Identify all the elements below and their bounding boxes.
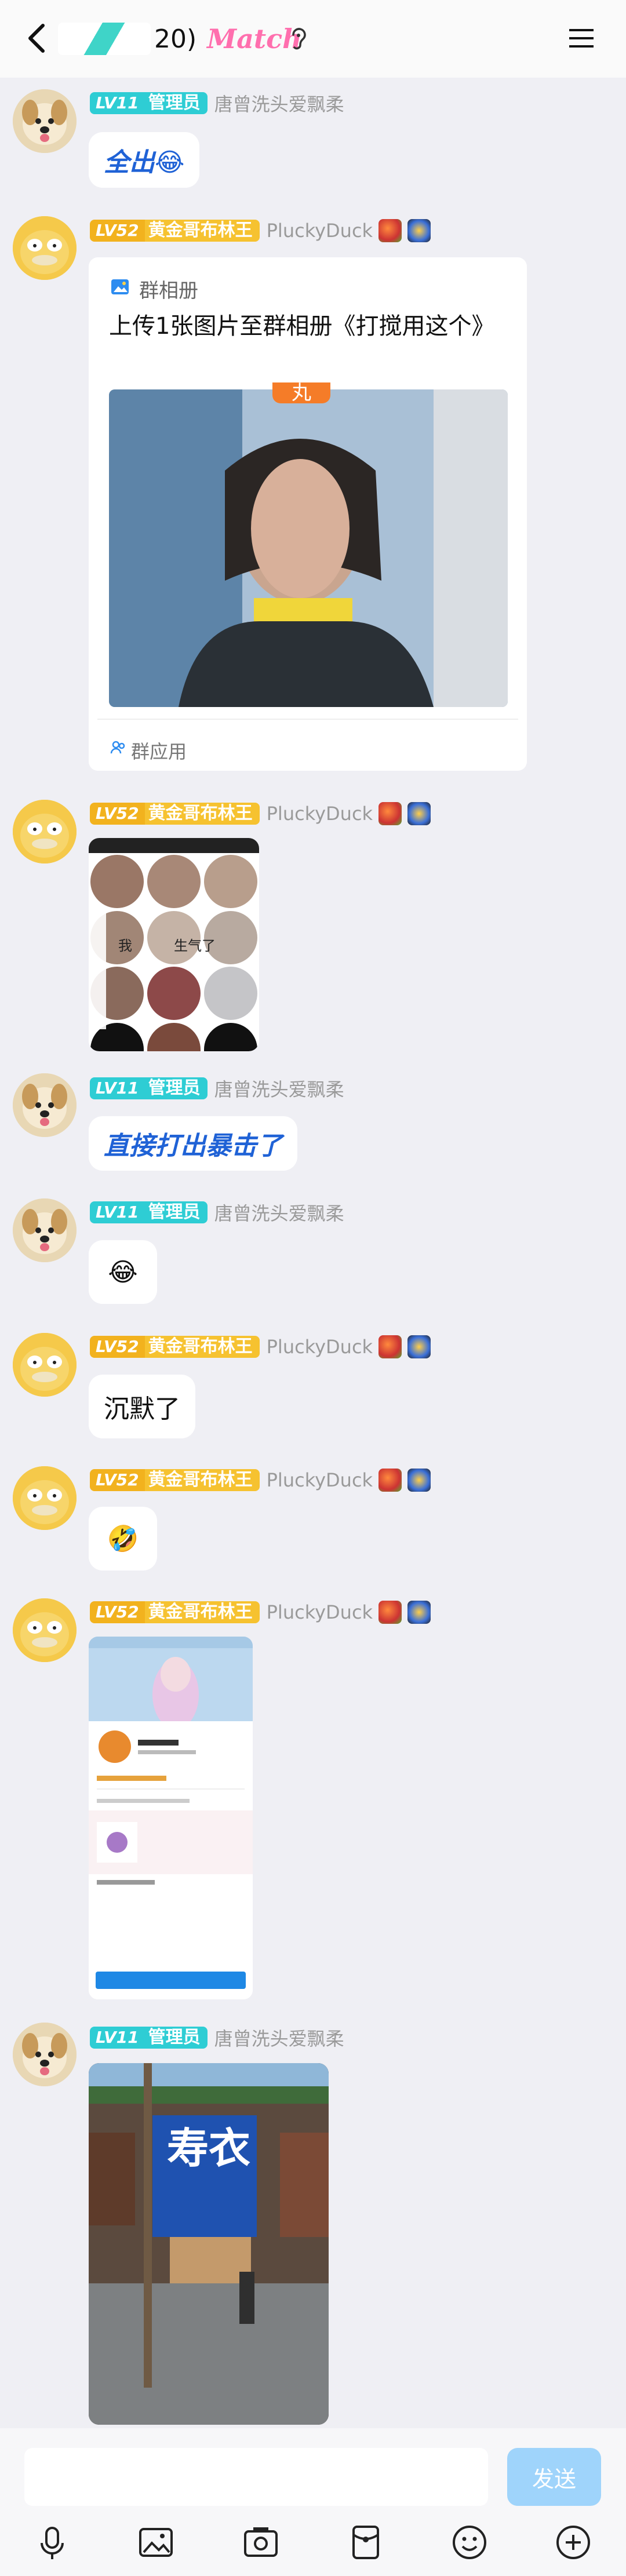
sender-name[interactable]: 唐曾洗头爱飘柔 [214,1075,344,1102]
sender-name[interactable]: 唐曾洗头爱飘柔 [214,2024,344,2051]
message-bubble[interactable]: 🤣 [89,1507,157,1571]
sender-meta: LV52 黄金哥布林王 PluckyDuck [90,801,431,826]
group-app-icon [110,741,125,754]
medal-icon [378,1469,402,1492]
avatar[interactable] [13,1466,77,1530]
message-text: 沉默了 [104,1394,180,1424]
title-badge: 管理员 [144,2027,208,2049]
card-text: 上传1张图片至群相册《打搅用这个》 [109,313,495,340]
title-redacted-art [58,23,151,55]
image-icon[interactable] [136,2522,176,2563]
avatar[interactable] [13,89,77,153]
sender-meta: LV52 黄金哥布林王 PluckyDuck [90,1467,431,1493]
red-packet-icon[interactable] [345,2522,386,2563]
title-badge: 管理员 [144,1077,208,1099]
sender-name[interactable]: 唐曾洗头爱飘柔 [214,90,344,116]
emoji-icon[interactable] [449,2522,490,2563]
divider [97,719,518,720]
message-bubble[interactable]: 全出😂 [89,132,200,188]
message-input[interactable] [24,2448,488,2506]
avatar[interactable] [13,1198,77,1262]
title-badge: 管理员 [144,92,208,114]
medal-icon [407,1601,431,1624]
card-source: 群相册 [139,279,198,303]
avatar[interactable] [13,800,77,863]
sender-name[interactable]: PluckyDuck [267,803,373,825]
shop-photo[interactable] [89,2063,329,2425]
message-bubble[interactable]: 直接打出暴击了 [89,1116,297,1171]
sender-meta: LV11 管理员 唐曾洗头爱飘柔 [90,1200,344,1225]
medal-icon [407,1469,431,1492]
sender-name[interactable]: PluckyDuck [267,1601,373,1623]
level-badge: LV52 [90,1469,145,1491]
level-badge: LV11 [90,92,145,114]
sticker-text-right: 生气了 [174,938,216,954]
sender-name[interactable]: 唐曾洗头爱飘柔 [214,1199,344,1226]
sender-name[interactable]: PluckyDuck [267,1469,373,1491]
title-badge: 黄金哥布林王 [144,220,260,242]
match-logo: Match [207,23,302,54]
level-badge: LV11 [90,1077,145,1099]
sender-meta: LV52 黄金哥布林王 PluckyDuck [90,218,431,243]
plus-icon[interactable] [553,2522,594,2563]
message-text: 全出😂 [104,148,185,177]
sender-meta: LV52 黄金哥布林王 PluckyDuck [90,1334,431,1360]
level-badge: LV52 [90,803,145,825]
sender-name[interactable]: PluckyDuck [267,220,373,242]
message-bubble[interactable]: 😂 [89,1240,157,1304]
photo-caption: 丸 [272,382,330,403]
sender-meta: LV11 管理员 唐曾洗头爱飘柔 [90,2025,344,2050]
message-bubble[interactable]: 沉默了 [89,1375,195,1438]
album-photo[interactable] [109,389,508,707]
medal-icon [378,1335,402,1358]
message-text: 直接打出暴击了 [104,1131,282,1161]
avatar[interactable] [13,1598,77,1662]
avatar[interactable] [13,2023,77,2086]
medal-icon [378,802,402,825]
album-icon [111,279,129,294]
level-badge: LV52 [90,1336,145,1358]
sender-meta: LV52 黄金哥布林王 PluckyDuck [90,1599,431,1625]
sender-name[interactable]: PluckyDuck [267,1336,373,1358]
microphone-icon[interactable] [32,2522,72,2563]
camera-icon[interactable] [241,2522,281,2563]
sender-meta: LV11 管理员 唐曾洗头爱飘柔 [90,90,344,116]
avatar[interactable] [13,1073,77,1137]
medal-icon [378,219,402,242]
screenshot-image[interactable] [89,1637,253,1999]
card-footer[interactable]: 群应用 [131,737,187,764]
ear-icon[interactable] [289,25,308,51]
group-member-count: 20) [154,24,197,54]
title-badge: 黄金哥布林王 [144,1469,260,1491]
title-badge: 管理员 [144,1201,208,1223]
title-badge: 黄金哥布林王 [144,1601,260,1623]
level-badge: LV52 [90,220,145,242]
avatar[interactable] [13,216,77,280]
shop-sign: 寿衣 [166,2124,250,2173]
level-badge: LV11 [90,2027,145,2049]
group-title: 20) Match [58,20,302,58]
back-icon[interactable] [21,21,56,56]
sender-meta: LV11 管理员 唐曾洗头爱飘柔 [90,1076,344,1101]
message-text: 😂 [108,1257,138,1287]
medal-icon [407,219,431,242]
title-badge: 黄金哥布林王 [144,803,260,825]
title-badge: 黄金哥布林王 [144,1336,260,1358]
message-text: 🤣 [107,1524,139,1554]
level-badge: LV11 [90,1201,145,1223]
sticker-text-left: 我 [118,938,132,954]
medal-icon [407,802,431,825]
send-button[interactable]: 发送 [507,2448,601,2506]
medal-icon [378,1601,402,1624]
medal-icon [407,1335,431,1358]
level-badge: LV52 [90,1601,145,1623]
menu-icon[interactable] [567,27,596,50]
avatar[interactable] [13,1333,77,1397]
